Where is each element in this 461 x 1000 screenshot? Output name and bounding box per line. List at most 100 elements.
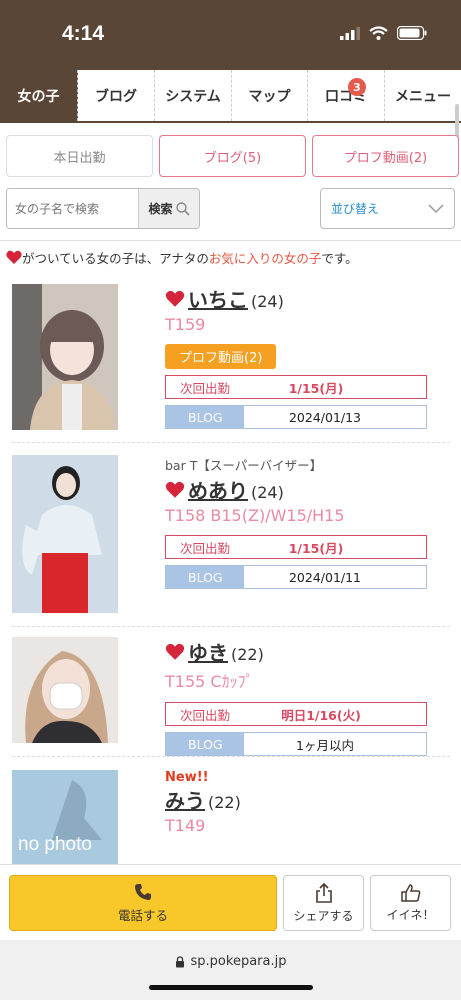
girl-card[interactable]: いちこ (24) T159 プロフ動画(2) 次回出勤 1/15(月) BLOG… (12, 284, 452, 432)
call-button-label: 電話する (117, 907, 168, 923)
girl-name-row: みう (22) (165, 785, 441, 814)
phone-icon (135, 883, 151, 900)
next-shift-date: 1/15(月) (288, 540, 344, 556)
girl-info: New!! みう (22) T149 (165, 770, 441, 835)
blog-date: 2024/01/13 (288, 409, 362, 425)
next-shift-date: 明日1/16(火) (281, 707, 361, 723)
tab-girls[interactable]: 女の子 (0, 70, 78, 121)
like-button[interactable]: イイネ！ (370, 875, 451, 931)
card-divider (12, 442, 450, 443)
search-box: 検索 (6, 188, 200, 229)
wifi-icon (369, 26, 388, 40)
blog-label: BLOG (166, 733, 244, 755)
girl-name[interactable]: ゆき (188, 637, 228, 666)
status-time: 4:14 (62, 22, 105, 45)
favorite-note-prefix: がついている女の子は、アナタの (22, 251, 209, 266)
girl-photo-image (12, 637, 118, 743)
chevron-down-icon (428, 203, 444, 213)
tab-menu[interactable]: メニュー (385, 70, 461, 121)
girl-age: (24) (251, 292, 284, 311)
url-text: sp.pokepara.jp (190, 954, 287, 969)
status-icons (340, 26, 427, 40)
girl-card[interactable]: no photo New!! みう (22) T149 (12, 770, 452, 864)
nav-tabs: 女の子 ブログ システム マップ 口コミ 3 メニュー (0, 70, 461, 123)
search-button-label: 検索 (148, 202, 173, 216)
share-icon (315, 882, 332, 903)
sort-select[interactable]: 並び替え (320, 188, 455, 229)
girl-card[interactable]: ゆき (22) T155 Cｶｯﾌﾟ 次回出勤 明日1/16(火) BLOG 1… (12, 637, 452, 756)
girl-spec: T158 B15(Z)/W15/H15 (165, 506, 345, 525)
favorite-note-suffix: です。 (321, 251, 358, 266)
divider (0, 240, 461, 241)
status-bar: 4:14 (0, 0, 461, 70)
girl-name[interactable]: めあり (188, 475, 248, 504)
url-display: sp.pokepara.jp (0, 954, 461, 969)
search-icon (175, 201, 190, 216)
blog-link[interactable]: BLOG 2024/01/11 (165, 565, 427, 589)
heart-icon[interactable] (165, 290, 185, 308)
tab-system-label: システム (165, 88, 221, 105)
call-button[interactable]: 電話する (9, 875, 277, 931)
next-shift-date: 1/15(月) (288, 380, 344, 396)
search-button[interactable]: 検索 (138, 189, 199, 228)
blog-label: BLOG (166, 406, 244, 428)
blog-date: 2024/01/11 (288, 569, 362, 585)
filter-today-button[interactable]: 本日出勤 (6, 135, 153, 177)
next-shift-label: 次回出勤 (180, 540, 231, 556)
filter-row: 本日出勤 ブログ(5) プロフ動画(2) (6, 135, 459, 177)
lock-icon (175, 955, 184, 967)
girl-photo[interactable] (12, 455, 118, 613)
blog-label: BLOG (166, 566, 244, 588)
girl-name-row: めあり (24) (165, 475, 441, 504)
next-shift: 次回出勤 1/15(月) (165, 535, 427, 559)
tab-system[interactable]: システム (155, 70, 232, 121)
filter-blog-button[interactable]: ブログ(5) (159, 135, 306, 177)
share-button[interactable]: シェアする (283, 875, 364, 931)
tab-blog[interactable]: ブログ (78, 70, 155, 121)
blog-date: 1ヶ月以内 (296, 737, 354, 753)
girl-name[interactable]: みう (165, 785, 205, 814)
tab-blog-label: ブログ (95, 88, 137, 105)
girl-info: いちこ (24) T159 プロフ動画(2) 次回出勤 1/15(月) BLOG… (165, 284, 441, 429)
like-button-label: イイネ！ (386, 907, 435, 922)
girl-age: (24) (251, 483, 284, 502)
girl-info: ゆき (22) T155 Cｶｯﾌﾟ 次回出勤 明日1/16(火) BLOG 1… (165, 637, 441, 756)
sort-label: 並び替え (331, 202, 380, 216)
filter-video-button[interactable]: プロフ動画(2) (312, 135, 459, 177)
battery-icon (397, 26, 427, 40)
heart-icon (6, 250, 22, 264)
search-input[interactable] (7, 189, 138, 228)
home-indicator[interactable] (149, 985, 313, 990)
signal-icon (340, 26, 360, 40)
thumbs-up-icon (400, 883, 420, 902)
share-button-label: シェアする (293, 908, 354, 923)
next-shift: 次回出勤 1/15(月) (165, 375, 427, 399)
girl-name-row: ゆき (22) (165, 637, 441, 666)
no-photo-label: no photo (18, 834, 92, 855)
girl-spec: T159 (165, 315, 206, 334)
tab-map-label: マップ (248, 88, 291, 105)
blog-link[interactable]: BLOG 1ヶ月以内 (165, 732, 427, 756)
tab-map[interactable]: マップ (232, 70, 308, 121)
new-badge: New!! (165, 770, 209, 785)
girl-age: (22) (231, 645, 264, 664)
girl-photo[interactable] (12, 637, 118, 743)
browser-url-bar[interactable]: sp.pokepara.jp (0, 940, 461, 1000)
tab-girls-label: 女の子 (17, 88, 60, 105)
heart-icon[interactable] (165, 643, 185, 661)
next-shift-label: 次回出勤 (180, 707, 231, 723)
blog-link[interactable]: BLOG 2024/01/13 (165, 405, 427, 429)
girl-spec: T149 (165, 816, 206, 835)
girl-photo[interactable]: no photo (12, 770, 118, 864)
girl-card[interactable]: bar T【スーパーバイザー】 めあり (24) T158 B15(Z)/W15… (12, 455, 452, 615)
girl-name[interactable]: いちこ (188, 284, 248, 313)
profile-video-button[interactable]: プロフ動画(2) (165, 344, 277, 369)
girl-age: (22) (208, 793, 241, 812)
tab-menu-label: メニュー (395, 88, 451, 105)
favorite-note-highlight: お気に入りの女の子 (208, 251, 322, 266)
favorite-note: がついている女の子は、アナタの お気に入りの女の子 です。 (6, 248, 358, 267)
heart-icon[interactable] (165, 481, 185, 499)
girl-spec: T155 Cｶｯﾌﾟ (165, 672, 254, 691)
tab-reviews[interactable]: 口コミ 3 (308, 70, 385, 121)
girl-photo[interactable] (12, 284, 118, 430)
